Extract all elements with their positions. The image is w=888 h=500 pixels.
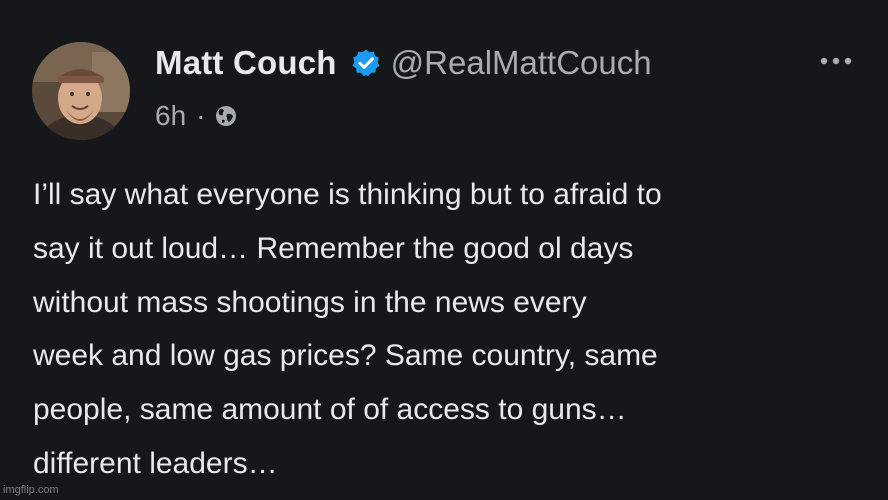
post-body-line: week and low gas prices? Same country, s… <box>33 339 658 373</box>
post-card: Matt Couch @RealMattCouch 6h · I’ll say … <box>0 0 888 500</box>
verified-badge-icon <box>351 48 381 78</box>
meta-separator: · <box>196 100 206 131</box>
avatar-image <box>32 42 130 140</box>
post-body-line: I’ll say what everyone is thinking but t… <box>33 178 662 211</box>
post-body-line: without mass shootings in the news every <box>33 285 587 319</box>
post-timestamp[interactable]: 6h <box>155 100 186 132</box>
avatar[interactable] <box>32 42 130 140</box>
post-body-line: different leaders… <box>33 446 278 480</box>
more-options-button[interactable] <box>814 46 858 76</box>
post-header: Matt Couch @RealMattCouch <box>155 44 652 82</box>
post-meta: 6h · <box>155 100 238 132</box>
watermark: imgflip.com <box>3 484 59 496</box>
post-body-line: say it out loud… Remember the good ol da… <box>33 231 634 265</box>
post-body-line: people, same amount of of access to guns… <box>33 393 627 427</box>
display-name[interactable]: Matt Couch <box>155 44 337 82</box>
globe-icon <box>214 104 238 128</box>
user-handle[interactable]: @RealMattCouch <box>391 44 652 82</box>
post-body: I’ll say what everyone is thinking but t… <box>33 168 873 491</box>
more-options-icon <box>820 57 852 65</box>
